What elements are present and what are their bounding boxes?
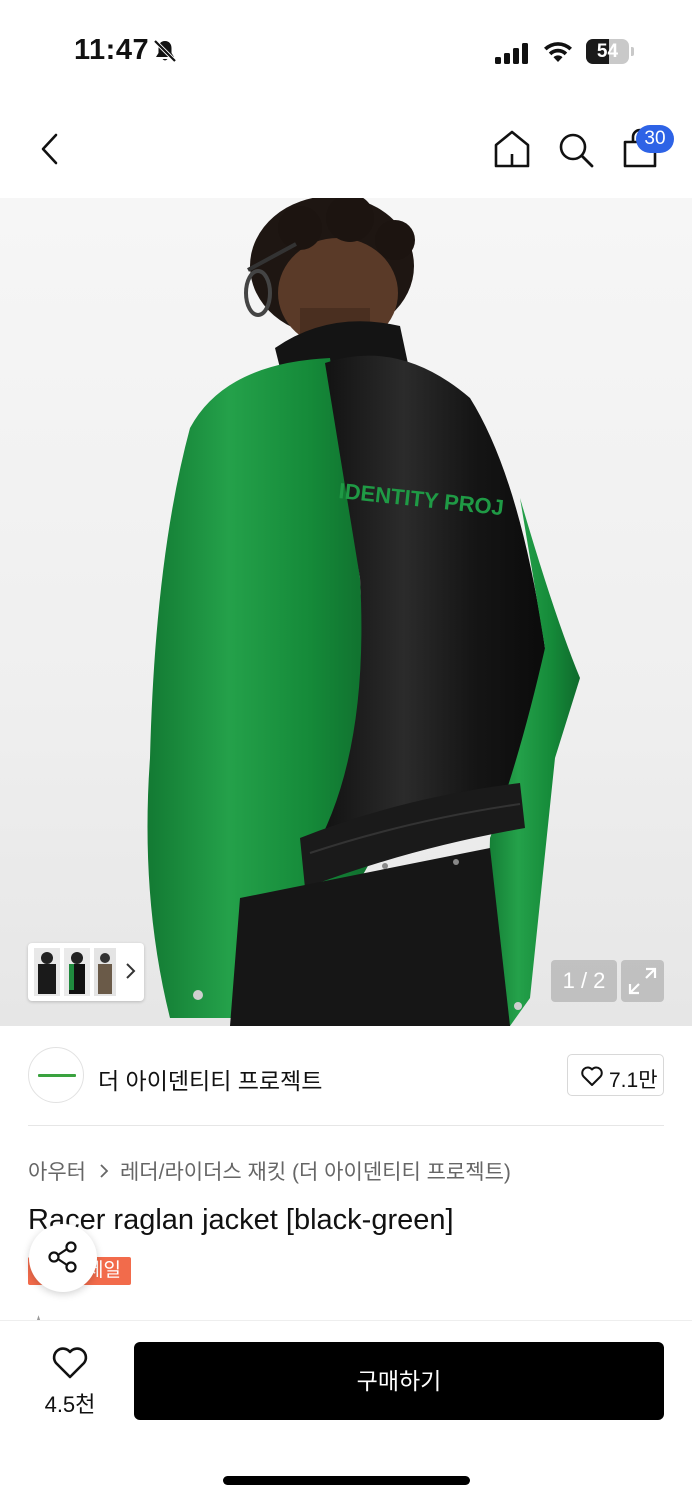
product-like-count: 4.5천 (44, 1392, 96, 1417)
wifi-icon (544, 42, 572, 62)
product-title: Racer raglan jacket [black-green] (28, 1204, 454, 1236)
share-button[interactable] (29, 1224, 97, 1292)
product-image[interactable]: IDENTITY PROJ (0, 198, 692, 1026)
home-icon[interactable] (492, 128, 532, 170)
expand-icon (628, 967, 657, 995)
back-icon[interactable] (32, 130, 68, 168)
bottom-action-bar: 4.5천 구매하기 (0, 1320, 692, 1500)
share-icon (48, 1241, 77, 1273)
breadcrumb: 아우터 레더/라이더스 재킷 (더 아이덴티티 프로젝트) (28, 1156, 511, 1186)
cart-count-badge: 30 (636, 125, 674, 153)
divider (28, 1125, 664, 1126)
brand-like-count: 7.1만 (609, 1069, 658, 1092)
thumbnail-strip[interactable] (28, 943, 144, 1001)
breadcrumb-category[interactable]: 아우터 (28, 1156, 86, 1186)
chevron-right-icon (100, 1164, 109, 1178)
brand-name[interactable]: 더 아이덴티티 프로젝트 (98, 1062, 322, 1096)
bell-off-icon (153, 39, 177, 63)
brand-logo[interactable] (28, 1047, 84, 1103)
heart-icon (581, 1066, 603, 1086)
status-bar: 11:47 54 (0, 0, 692, 100)
product-photo: IDENTITY PROJ (147, 198, 580, 1026)
image-page-counter: 1 / 2 (551, 960, 617, 1002)
signal-icon (495, 43, 528, 64)
thumbnail[interactable] (64, 948, 90, 996)
home-indicator (223, 1476, 470, 1485)
thumbnail[interactable] (94, 948, 116, 996)
thumbnail[interactable] (34, 948, 60, 996)
search-icon[interactable] (556, 130, 596, 170)
brand-row[interactable]: 더 아이덴티티 프로젝트 7.1만 (0, 1026, 692, 1126)
breadcrumb-subcategory[interactable]: 레더/라이더스 재킷 (더 아이덴티티 프로젝트) (120, 1156, 511, 1186)
fullscreen-button[interactable] (621, 960, 664, 1002)
heart-icon[interactable] (51, 1345, 89, 1381)
brand-like-button[interactable]: 7.1만 (567, 1054, 664, 1096)
battery-icon: 54 (586, 39, 634, 64)
battery-level: 54 (596, 41, 619, 62)
chevron-right-icon[interactable] (124, 961, 138, 981)
status-time: 11:47 (74, 34, 150, 66)
buy-button[interactable]: 구매하기 (134, 1342, 664, 1420)
